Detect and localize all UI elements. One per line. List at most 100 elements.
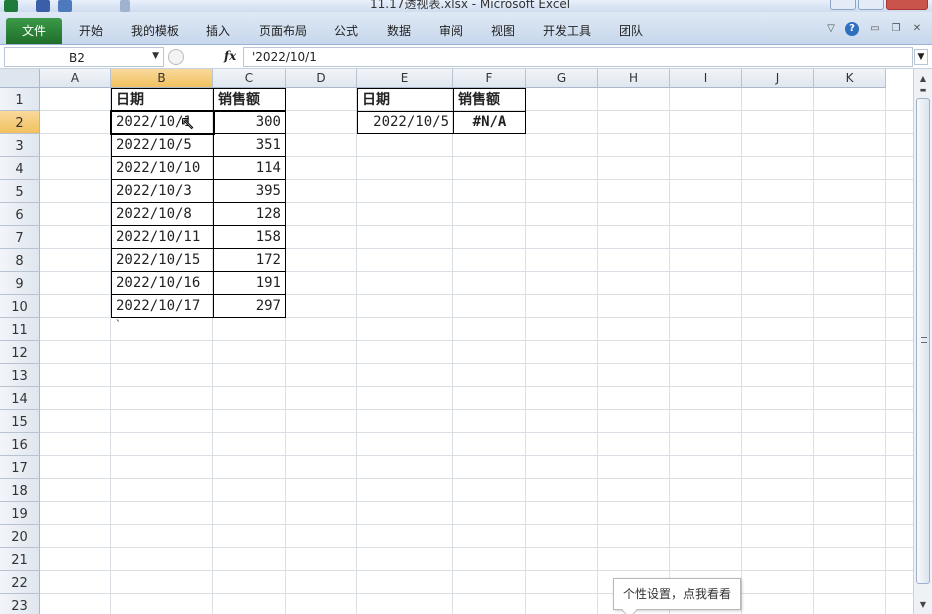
cell-B3[interactable]: 2022/10/5 <box>111 133 214 157</box>
cell-F2[interactable]: #N/A <box>453 111 526 134</box>
cell-C8[interactable]: 172 <box>213 248 286 272</box>
workbook-minimize-icon[interactable]: ▭ <box>868 22 882 36</box>
column-header-B[interactable]: B <box>111 69 213 88</box>
tab-home[interactable]: 开始 <box>79 18 103 44</box>
tab-my-templates[interactable]: 我的模板 <box>131 18 179 44</box>
tab-formulas[interactable]: 公式 <box>334 18 358 44</box>
row-header-7[interactable]: 7 <box>0 226 40 249</box>
row-header-9[interactable]: 9 <box>0 272 40 295</box>
row-header-19[interactable]: 19 <box>0 502 40 525</box>
cell-C1[interactable]: 销售额 <box>213 88 286 112</box>
split-handle-icon[interactable]: ▬ <box>916 83 930 97</box>
row-header-17[interactable]: 17 <box>0 456 40 479</box>
cell-B8[interactable]: 2022/10/15 <box>111 248 214 272</box>
help-icon[interactable]: ? <box>845 22 859 36</box>
cell-B6[interactable]: 2022/10/8 <box>111 202 214 226</box>
tab-developer[interactable]: 开发工具 <box>543 18 591 44</box>
insert-function-icon[interactable]: fx <box>224 49 236 63</box>
row-header-23[interactable]: 23 <box>0 594 40 614</box>
cell-E1[interactable]: 日期 <box>357 88 454 112</box>
cell-E2[interactable]: 2022/10/5 <box>357 111 454 134</box>
tab-team[interactable]: 团队 <box>619 18 643 44</box>
tab-view[interactable]: 视图 <box>491 18 515 44</box>
column-gridline <box>813 88 814 614</box>
row-header-14[interactable]: 14 <box>0 387 40 410</box>
vertical-scrollbar[interactable]: ▲ ▬ ▼ <box>913 69 932 614</box>
column-header-G[interactable]: G <box>526 69 598 88</box>
row-header-4[interactable]: 4 <box>0 157 40 180</box>
column-header-D[interactable]: D <box>286 69 357 88</box>
cell-C9[interactable]: 191 <box>213 271 286 295</box>
excel-app-icon[interactable] <box>4 0 18 12</box>
column-header-E[interactable]: E <box>357 69 453 88</box>
row-header-21[interactable]: 21 <box>0 548 40 571</box>
tab-file[interactable]: 文件 <box>6 18 62 44</box>
cell-B7[interactable]: 2022/10/11 <box>111 225 214 249</box>
name-box[interactable]: B2 ▼ <box>4 47 164 67</box>
expand-formula-bar-icon[interactable]: ▼ <box>914 49 928 65</box>
workbook-close-icon[interactable]: ✕ <box>910 22 924 36</box>
column-header-F[interactable]: F <box>453 69 526 88</box>
cell-B9[interactable]: 2022/10/16 <box>111 271 214 295</box>
cell-C10[interactable]: 297 <box>213 294 286 318</box>
row-header-16[interactable]: 16 <box>0 433 40 456</box>
save-icon[interactable] <box>36 0 50 12</box>
title-bar: 11.17透视表.xlsx - Microsoft Excel <box>0 0 932 12</box>
row-header-2[interactable]: 2 <box>0 111 40 134</box>
maximize-button[interactable] <box>858 0 884 10</box>
formula-input[interactable]: '2022/10/1 <box>243 47 913 67</box>
formula-bar: B2 ▼ fx '2022/10/1 ▼ <box>0 45 932 69</box>
cell-B2[interactable]: 2022/10/1 <box>111 110 214 134</box>
cell-B11[interactable]: ` <box>111 318 211 334</box>
row-header-22[interactable]: 22 <box>0 571 40 594</box>
column-header-H[interactable]: H <box>598 69 670 88</box>
row-header-8[interactable]: 8 <box>0 249 40 272</box>
column-header-J[interactable]: J <box>742 69 814 88</box>
column-gridline <box>741 88 742 614</box>
row-header-12[interactable]: 12 <box>0 341 40 364</box>
collapse-ribbon-icon[interactable]: ▽ <box>824 22 838 36</box>
cell-C6[interactable]: 128 <box>213 202 286 226</box>
column-header-C[interactable]: C <box>213 69 286 88</box>
row-header-1[interactable]: 1 <box>0 88 40 111</box>
tab-review[interactable]: 审阅 <box>439 18 463 44</box>
cell-C4[interactable]: 114 <box>213 156 286 180</box>
cell-B10[interactable]: 2022/10/17 <box>111 294 214 318</box>
cell-F1[interactable]: 销售额 <box>453 88 526 112</box>
scroll-down-arrow-icon[interactable]: ▼ <box>916 598 930 612</box>
row-header-13[interactable]: 13 <box>0 364 40 387</box>
tab-insert[interactable]: 插入 <box>206 18 230 44</box>
cell-C2[interactable]: 300 <box>213 110 286 134</box>
row-header-15[interactable]: 15 <box>0 410 40 433</box>
worksheet-grid[interactable]: ABCDEFGHIJK 1 2 3 4 5 6 7 8 9 10 11 12 13 14 15 16 17 18 1… <box>0 69 913 614</box>
cell-C3[interactable]: 351 <box>213 133 286 157</box>
row-header-10[interactable]: 10 <box>0 295 40 318</box>
customize-quick-access-icon[interactable] <box>120 0 130 12</box>
row-header-20[interactable]: 20 <box>0 525 40 548</box>
row-header-18[interactable]: 18 <box>0 479 40 502</box>
column-gridline <box>597 88 598 614</box>
personalize-tooltip[interactable]: 个性设置，点我看看 <box>613 578 741 610</box>
name-box-dropdown-icon[interactable]: ▼ <box>152 51 159 61</box>
row-header-3[interactable]: 3 <box>0 134 40 157</box>
cancel-entry-icon[interactable] <box>168 49 184 65</box>
cell-C7[interactable]: 158 <box>213 225 286 249</box>
column-header-K[interactable]: K <box>814 69 886 88</box>
select-all-corner[interactable] <box>0 69 40 88</box>
cell-B1[interactable]: 日期 <box>111 88 214 112</box>
cell-B5[interactable]: 2022/10/3 <box>111 179 214 203</box>
cell-C5[interactable]: 395 <box>213 179 286 203</box>
tab-page-layout[interactable]: 页面布局 <box>259 18 307 44</box>
row-header-6[interactable]: 6 <box>0 203 40 226</box>
cell-B4[interactable]: 2022/10/10 <box>111 156 214 180</box>
row-header-11[interactable]: 11 <box>0 318 40 341</box>
undo-icon[interactable] <box>58 0 72 12</box>
column-header-A[interactable]: A <box>40 69 111 88</box>
workbook-restore-icon[interactable]: ❐ <box>889 22 903 36</box>
row-header-5[interactable]: 5 <box>0 180 40 203</box>
close-button[interactable] <box>886 0 928 10</box>
minimize-button[interactable] <box>830 0 856 10</box>
column-header-I[interactable]: I <box>670 69 742 88</box>
scroll-thumb[interactable] <box>916 98 930 584</box>
tab-data[interactable]: 数据 <box>387 18 411 44</box>
